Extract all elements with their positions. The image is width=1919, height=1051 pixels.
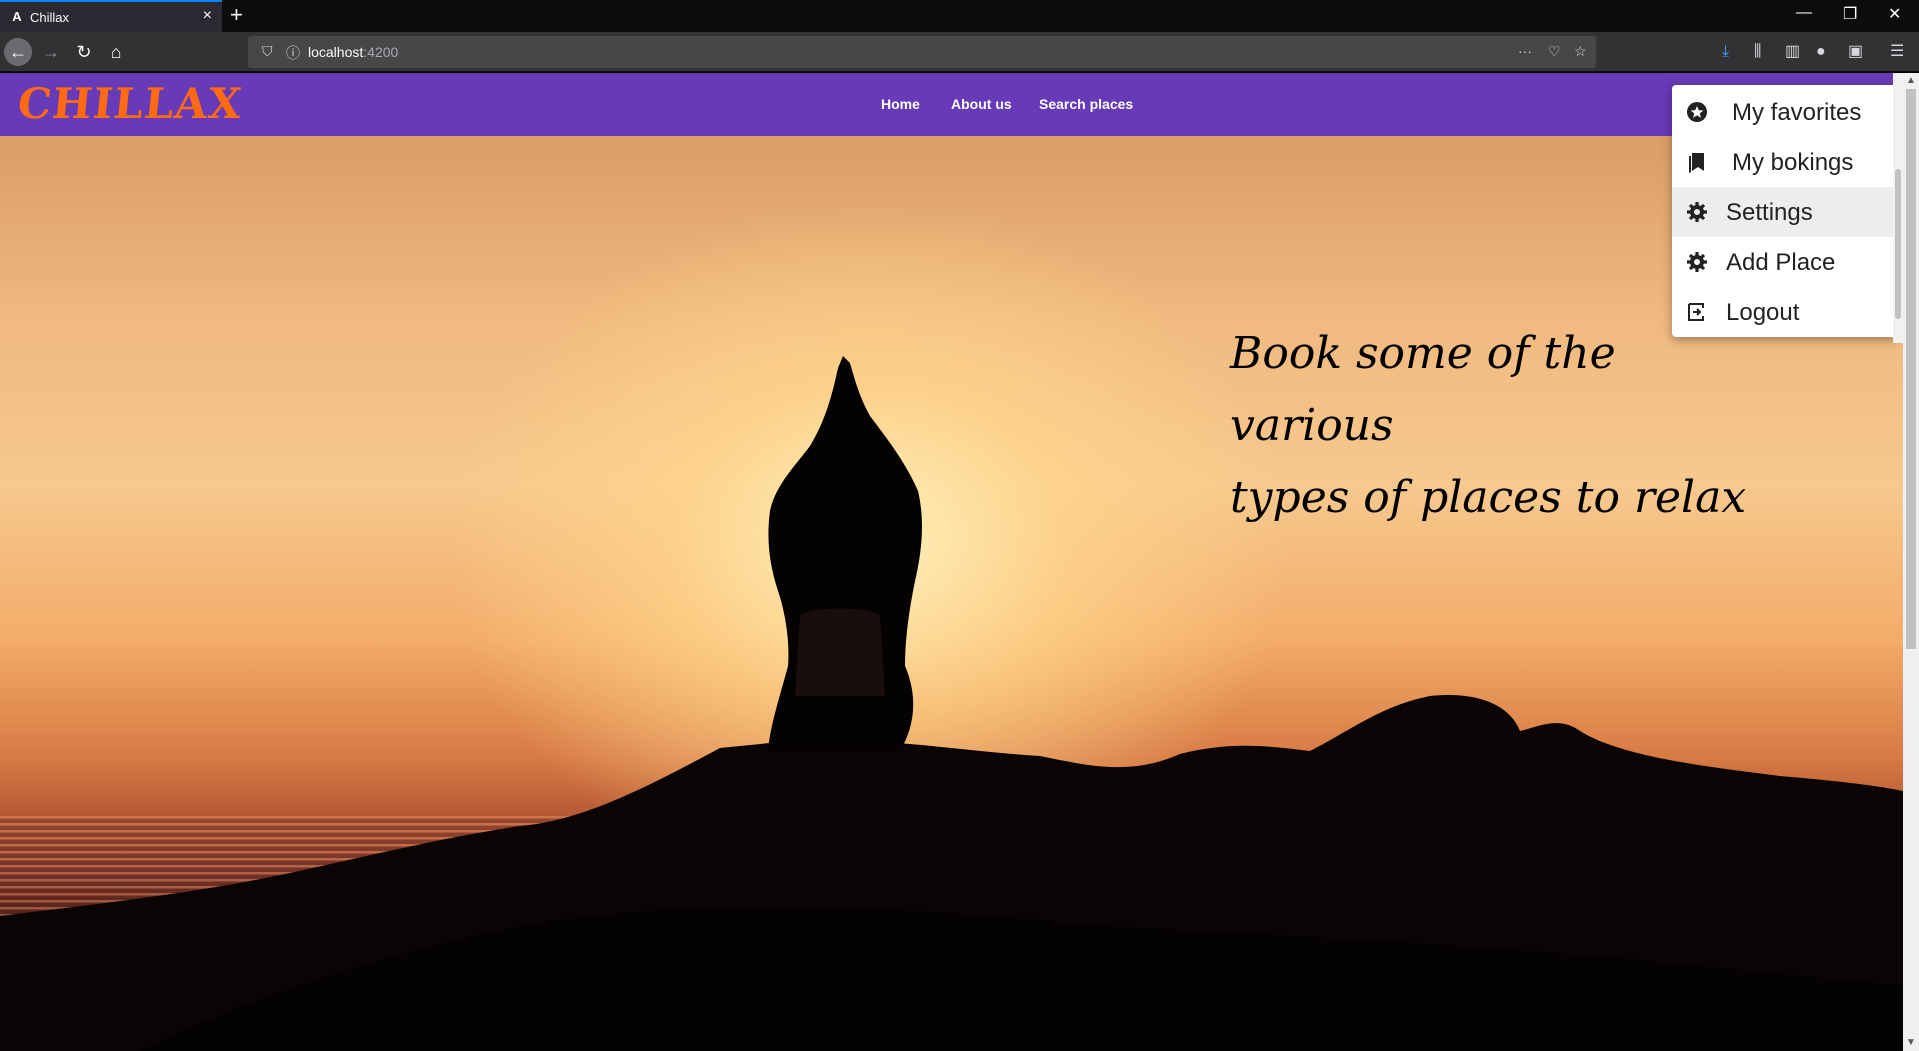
restore-button[interactable]: ❐ bbox=[1843, 4, 1857, 24]
dropdown-scroll-thumb[interactable] bbox=[1895, 169, 1901, 319]
close-window-button[interactable]: ✕ bbox=[1888, 4, 1901, 24]
bookmarks-icon bbox=[1689, 153, 1704, 173]
site-favicon-icon: A bbox=[12, 9, 22, 24]
user-menu-dropdown: My favorites My bokings Settings Add Pla… bbox=[1672, 85, 1898, 337]
menu-item-label: Logout bbox=[1726, 299, 1800, 326]
page-scroll-thumb[interactable] bbox=[1906, 89, 1916, 649]
nav-home-link[interactable]: Home bbox=[881, 96, 920, 112]
pocket-icon[interactable]: ♡ bbox=[1548, 43, 1561, 60]
hero-image bbox=[0, 136, 1903, 1051]
star-circle-icon bbox=[1687, 102, 1707, 122]
info-icon[interactable]: ⓘ bbox=[286, 43, 300, 63]
headline-line-1: Book some of the various bbox=[1230, 328, 1616, 451]
menu-item-settings[interactable]: Settings bbox=[1672, 187, 1898, 237]
site-header: CHILLAX Home About us Search places bbox=[0, 73, 1903, 136]
new-tab-button[interactable]: + bbox=[230, 3, 243, 27]
url-bar[interactable]: ⛉ ⓘ localhost:4200 ··· ♡ ☆ bbox=[248, 36, 1596, 68]
forward-button[interactable]: → bbox=[37, 38, 65, 66]
site-nav: Home About us Search places bbox=[0, 73, 1903, 136]
headline-line-2: types of places to relax bbox=[1230, 472, 1747, 523]
menu-item-label: Add Place bbox=[1726, 249, 1836, 276]
yoga-silhouette-image bbox=[0, 356, 1903, 1051]
bookmark-star-icon[interactable]: ☆ bbox=[1574, 43, 1587, 60]
browser-tab[interactable]: A Chillax × bbox=[0, 0, 222, 32]
more-actions-icon[interactable]: ··· bbox=[1518, 43, 1532, 59]
sidebar-icon[interactable]: ▥ bbox=[1785, 42, 1800, 62]
nav-search-places-link[interactable]: Search places bbox=[1039, 96, 1133, 112]
menu-item-my-bookings[interactable]: My bokings bbox=[1672, 137, 1898, 187]
menu-item-my-favorites[interactable]: My favorites bbox=[1672, 87, 1898, 137]
gear-icon bbox=[1687, 202, 1707, 222]
scroll-up-icon[interactable]: ▲ bbox=[1906, 75, 1916, 86]
downloads-icon[interactable]: ⤓ bbox=[1722, 42, 1729, 62]
page-viewport: CHILLAX Home About us Search places Book… bbox=[0, 73, 1903, 1051]
shield-icon[interactable]: ⛉ bbox=[262, 43, 273, 60]
library-icon[interactable]: ⫼ bbox=[1754, 42, 1761, 62]
menu-item-label: Settings bbox=[1726, 199, 1813, 226]
hero-headline: Book some of the various types of places… bbox=[1230, 318, 1750, 534]
logout-icon bbox=[1688, 303, 1704, 321]
account-icon[interactable]: ● bbox=[1816, 42, 1826, 62]
menu-item-logout[interactable]: Logout bbox=[1672, 287, 1898, 337]
browser-toolbar: ← → ↻ ⌂ ⛉ ⓘ localhost:4200 ··· ♡ ☆ ⤓ ⫼ ▥… bbox=[0, 32, 1919, 72]
menu-item-add-place[interactable]: Add Place bbox=[1672, 237, 1898, 287]
menu-item-label: My bokings bbox=[1732, 149, 1854, 176]
minimize-button[interactable]: — bbox=[1796, 4, 1812, 22]
extension-icon[interactable]: ▣ bbox=[1848, 42, 1863, 62]
scroll-down-icon[interactable]: ▼ bbox=[1906, 1037, 1916, 1048]
gear-icon bbox=[1687, 252, 1707, 272]
close-tab-icon[interactable]: × bbox=[203, 7, 212, 25]
back-button[interactable]: ← bbox=[4, 38, 32, 66]
url-text[interactable]: localhost:4200 bbox=[308, 44, 398, 60]
tab-title: Chillax bbox=[30, 10, 70, 25]
reload-button[interactable]: ↻ bbox=[70, 38, 98, 66]
tab-bar: A Chillax × + — ❐ ✕ bbox=[0, 0, 1919, 32]
home-button[interactable]: ⌂ bbox=[102, 38, 130, 66]
menu-item-label: My favorites bbox=[1732, 99, 1862, 126]
nav-about-link[interactable]: About us bbox=[951, 96, 1012, 112]
page-scrollbar[interactable]: ▲ ▼ bbox=[1903, 73, 1919, 1051]
menu-icon[interactable]: ☰ bbox=[1890, 42, 1904, 62]
